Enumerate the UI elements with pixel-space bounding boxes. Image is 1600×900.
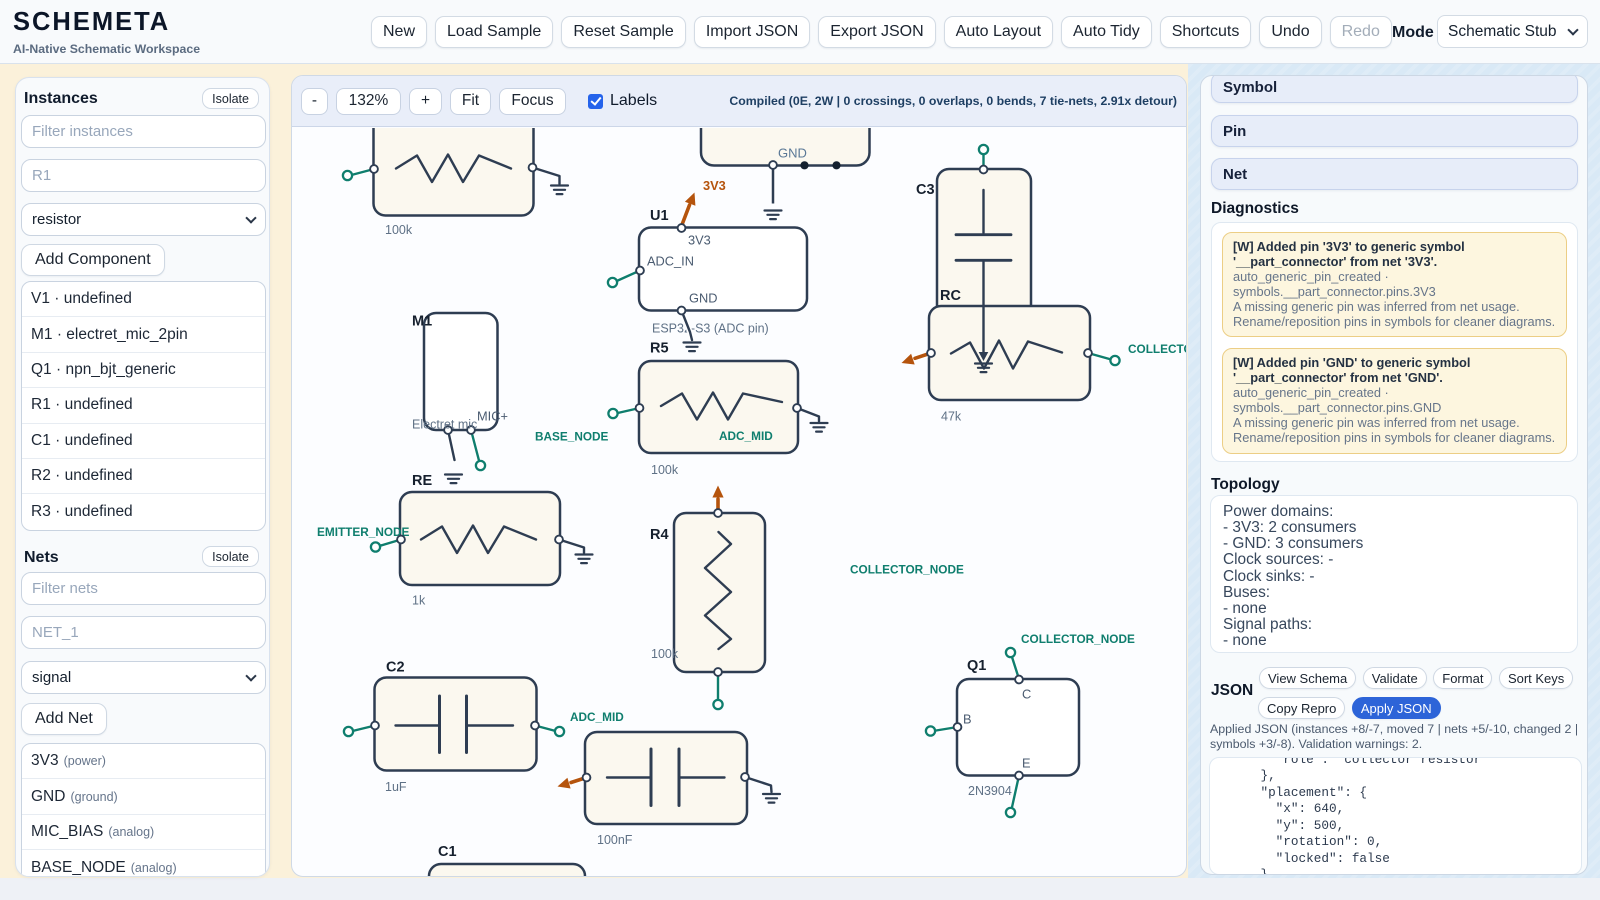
svg-text:ADC_IN: ADC_IN <box>647 254 694 269</box>
svg-text:BASE_NODE: BASE_NODE <box>535 430 609 444</box>
svg-text:MIC+: MIC+ <box>477 409 508 424</box>
svg-text:U1: U1 <box>650 208 669 224</box>
svg-text:C: C <box>1022 687 1031 702</box>
svg-text:Q1: Q1 <box>967 658 986 674</box>
svg-text:C1: C1 <box>438 844 457 860</box>
svg-text:R5: R5 <box>650 341 669 357</box>
svg-text:Electret mic: Electret mic <box>412 418 477 432</box>
svg-text:C3: C3 <box>916 182 935 198</box>
svg-text:ADC_MID: ADC_MID <box>570 710 624 724</box>
svg-text:RC: RC <box>940 288 961 304</box>
svg-text:100k: 100k <box>385 223 413 237</box>
svg-text:GND: GND <box>689 291 717 306</box>
svg-text:E: E <box>1022 756 1031 771</box>
svg-text:3V3: 3V3 <box>703 178 726 193</box>
svg-text:B: B <box>963 712 972 727</box>
svg-text:2N3904: 2N3904 <box>968 784 1012 798</box>
svg-text:C2: C2 <box>386 660 405 676</box>
svg-text:100k: 100k <box>651 463 679 477</box>
svg-text:ESP32-S3 (ADC pin): ESP32-S3 (ADC pin) <box>652 322 769 336</box>
svg-text:COLLECTOR_NODE: COLLECTOR_NODE <box>1128 342 1187 356</box>
svg-text:COLLECTOR_NODE: COLLECTOR_NODE <box>1021 632 1135 646</box>
svg-text:1uF: 1uF <box>385 780 407 794</box>
svg-text:100k: 100k <box>651 647 679 661</box>
svg-text:100nF: 100nF <box>597 833 633 847</box>
svg-text:3V3: 3V3 <box>688 233 711 248</box>
svg-text:M1: M1 <box>412 314 432 330</box>
svg-text:RE: RE <box>412 473 432 489</box>
svg-text:COLLECTOR_NODE: COLLECTOR_NODE <box>850 563 964 577</box>
svg-text:EMITTER_NODE: EMITTER_NODE <box>317 525 410 539</box>
svg-text:R4: R4 <box>650 527 669 543</box>
svg-text:47k: 47k <box>941 410 962 424</box>
svg-text:1k: 1k <box>412 594 426 608</box>
svg-text:ADC_MID: ADC_MID <box>719 429 773 443</box>
svg-text:GND: GND <box>778 146 807 161</box>
